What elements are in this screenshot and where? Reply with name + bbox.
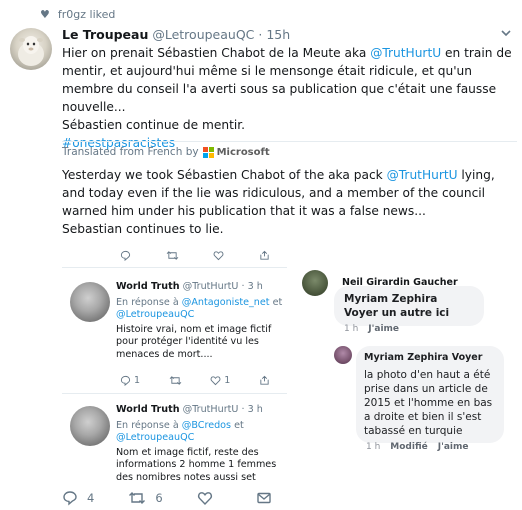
translated-label: Translated from French by	[62, 146, 199, 158]
embedded-tweet: World Truth @TrutHurtU · 3 h En réponse …	[116, 281, 284, 361]
mention-link: @BCredos	[181, 419, 232, 431]
translation-attribution: Translated from French by Microsoft	[62, 146, 270, 158]
social-context-text: fr0gz liked	[57, 7, 116, 21]
reply-joiner: et	[231, 419, 244, 431]
comment-time: 1 h	[366, 442, 381, 452]
reply-prefix: En réponse à	[116, 419, 182, 431]
retweet-button[interactable]: 6	[128, 490, 163, 506]
mini-action-bar	[120, 249, 270, 261]
like-button[interactable]	[197, 490, 222, 506]
attached-image[interactable]: World Truth @TrutHurtU · 3 h En réponse …	[62, 246, 517, 486]
mini-share-icon	[259, 250, 270, 261]
tweet-text: Hier on prenait Sébastien Chabot de la M…	[62, 44, 517, 152]
mini-like-icon: 1	[210, 375, 230, 386]
translation-text: Yesterday we took Sébastien Chabot of th…	[62, 166, 517, 238]
comment-text: la photo d'en haut a été prise dans un a…	[364, 369, 493, 437]
chevron-down-icon[interactable]	[500, 27, 512, 42]
divider	[62, 267, 287, 268]
reply-joiner: et	[269, 296, 283, 308]
comment-like: J'aime	[368, 324, 400, 334]
translation-part: Yesterday we took Sébastien Chabot of th…	[62, 168, 387, 182]
comment-text: Myriam Zephira Voyer un autre ici	[344, 293, 450, 319]
tweet-action-bar: 4 6	[62, 488, 302, 508]
reply-count: 4	[87, 491, 95, 505]
mention-link[interactable]: @TrutHurtU	[387, 168, 458, 182]
mini-action-bar: 1 1	[120, 374, 270, 386]
mention-link: @LetroupeauQC	[116, 432, 195, 443]
reply-button[interactable]: 4	[62, 490, 94, 506]
mini-like-count: 1	[224, 374, 231, 386]
author-name[interactable]: Le Troupeau	[62, 27, 148, 42]
mention-link[interactable]: @TrutHurtU	[370, 46, 441, 60]
mini-reply-count: 1	[134, 374, 141, 386]
divider	[62, 393, 287, 394]
tweet-header: Le Troupeau @LetroupeauQC · 15h	[62, 27, 290, 43]
embedded-tweet-author-handle: @TrutHurtU	[182, 404, 239, 415]
embedded-tweet-text: Histoire vrai, nom et image fictif pour …	[116, 323, 272, 360]
avatar	[334, 346, 352, 364]
tweet-text-part: Hier on prenait Sébastien Chabot de la M…	[62, 46, 371, 60]
embedded-tweet-time: · 3 h	[241, 404, 263, 415]
embedded-tweet-author-name: World Truth	[116, 281, 180, 292]
mini-like-icon	[213, 250, 224, 261]
embedded-tweet-text: Nom et image fictif, reste des informati…	[116, 446, 277, 483]
embedded-tweet-author-handle: @TrutHurtU	[182, 281, 239, 292]
mini-share-icon	[259, 375, 270, 386]
translator-brand[interactable]: Microsoft	[217, 147, 270, 158]
avatar	[302, 270, 328, 296]
embedded-tweet-author-name: World Truth	[116, 404, 180, 415]
image-right-panel: Neil Girardin Gaucher Myriam Zephira Voy…	[298, 246, 517, 486]
reply-icon	[63, 491, 77, 506]
avatar[interactable]	[10, 28, 52, 70]
mini-retweet-icon	[166, 250, 179, 261]
dm-icon	[256, 492, 271, 504]
retweet-count: 6	[155, 491, 163, 505]
mini-reply-icon: 1	[120, 375, 140, 386]
separator: ·	[258, 27, 263, 42]
comment-edited: Modifié	[390, 442, 428, 452]
mention-link: @Antagoniste_net	[181, 296, 270, 308]
image-left-panel: World Truth @TrutHurtU · 3 h En réponse …	[62, 246, 287, 486]
heart-icon: ♥	[40, 7, 50, 21]
retweet-icon	[129, 492, 146, 504]
comment-bubble: Myriam Zephira Voyer la photo d'en haut …	[356, 346, 504, 443]
reply-prefix: En réponse à	[116, 296, 182, 308]
commenter-name: Myriam Zephira Voyer	[364, 352, 483, 363]
divider	[62, 141, 517, 142]
comment-like: J'aime	[437, 442, 469, 452]
tweet-text-line: Sébastien continue de mentir.	[62, 118, 246, 132]
social-context[interactable]: ♥ fr0gz liked	[40, 6, 115, 22]
microsoft-logo-icon	[202, 146, 214, 158]
comment-time: 1 h	[344, 324, 359, 334]
avatar	[70, 282, 110, 322]
comment-bubble: Myriam Zephira Voyer un autre ici	[334, 286, 484, 326]
mention-link: @LetroupeauQC	[116, 309, 195, 320]
sheep-avatar-icon	[18, 36, 44, 66]
translation-line: Sebastian continues to lie.	[62, 222, 224, 236]
author-handle[interactable]: @LetroupeauQC	[152, 27, 254, 42]
mini-retweet-icon	[169, 375, 182, 386]
comment-meta: 1 h Modifié J'aime	[366, 442, 469, 452]
avatar	[70, 406, 110, 446]
comment-meta: 1 h J'aime	[344, 324, 399, 334]
direct-message-button[interactable]	[256, 490, 272, 506]
embedded-tweet-time: · 3 h	[241, 281, 263, 292]
embedded-tweet: World Truth @TrutHurtU · 3 h En réponse …	[116, 404, 284, 484]
like-icon	[197, 492, 212, 506]
tweet-time[interactable]: 15h	[266, 27, 290, 42]
mini-reply-icon	[120, 250, 131, 261]
